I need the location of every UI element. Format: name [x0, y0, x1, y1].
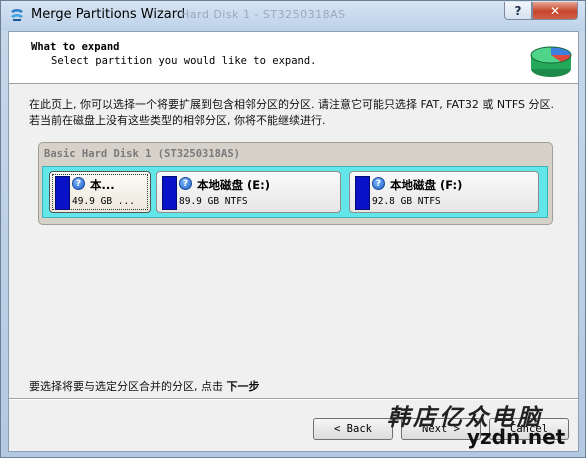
disk-map: Basic Hard Disk 1 (ST3250318AS) ? 本... 4…: [38, 142, 553, 225]
help-question-icon: ?: [72, 177, 85, 190]
disk-chart-icon: [530, 46, 572, 77]
partition-f[interactable]: ? 本地磁盘 (F:) 92.8 GB NTFS: [349, 171, 539, 213]
partition-name: 本...: [90, 178, 115, 192]
wizard-client-area: What to expand Select partition you woul…: [8, 31, 579, 452]
partition-usage-bar: [55, 176, 70, 210]
disk-label: Basic Hard Disk 1 (ST3250318AS): [44, 148, 240, 160]
partition-e[interactable]: ? 本地磁盘 (E:) 89.9 GB NTFS: [156, 171, 341, 213]
partition-usage-bar: [355, 176, 370, 210]
help-button[interactable]: ?: [504, 2, 532, 20]
window-title-background: Hard Disk 1 - ST3250318AS: [181, 8, 346, 21]
partition-name: 本地磁盘 (E:): [197, 178, 270, 192]
partition-c[interactable]: ? 本... 49.9 GB ...: [49, 171, 151, 213]
window-title: Merge Partitions Wizard: [31, 7, 186, 22]
title-bar[interactable]: Merge Partitions Wizard Hard Disk 1 - ST…: [1, 1, 585, 31]
help-question-icon: ?: [179, 177, 192, 190]
page-title: What to expand: [31, 41, 120, 53]
back-button[interactable]: < Back: [313, 418, 393, 440]
instruction-hint: 要选择将要与选定分区合并的分区, 点击 下一步: [29, 378, 260, 394]
partition-info: 92.8 GB NTFS: [372, 196, 441, 207]
close-button[interactable]: ✕: [532, 2, 578, 20]
page-subtitle: Select partition you would like to expan…: [51, 55, 317, 67]
partition-name: 本地磁盘 (F:): [390, 178, 463, 192]
partition-info: 89.9 GB NTFS: [179, 196, 248, 207]
page-description: 在此页上, 你可以选择一个将要扩展到包含相邻分区的分区. 请注意它可能只选择 F…: [29, 98, 554, 127]
wizard-window: Merge Partitions Wizard Hard Disk 1 - ST…: [0, 0, 586, 458]
wizard-header: What to expand Select partition you woul…: [9, 32, 578, 84]
app-icon: [11, 9, 23, 21]
hint-text: 要选择将要与选定分区合并的分区, 点击: [29, 380, 227, 393]
partition-track: ? 本... 49.9 GB ... ? 本地磁盘 (E:) 89.9 GB N…: [42, 166, 548, 218]
help-question-icon: ?: [372, 177, 385, 190]
watermark-url: yzdn.net: [467, 425, 566, 449]
hint-emphasis: 下一步: [226, 380, 260, 393]
partition-info: 49.9 GB ...: [72, 196, 135, 207]
partition-usage-bar: [162, 176, 177, 210]
